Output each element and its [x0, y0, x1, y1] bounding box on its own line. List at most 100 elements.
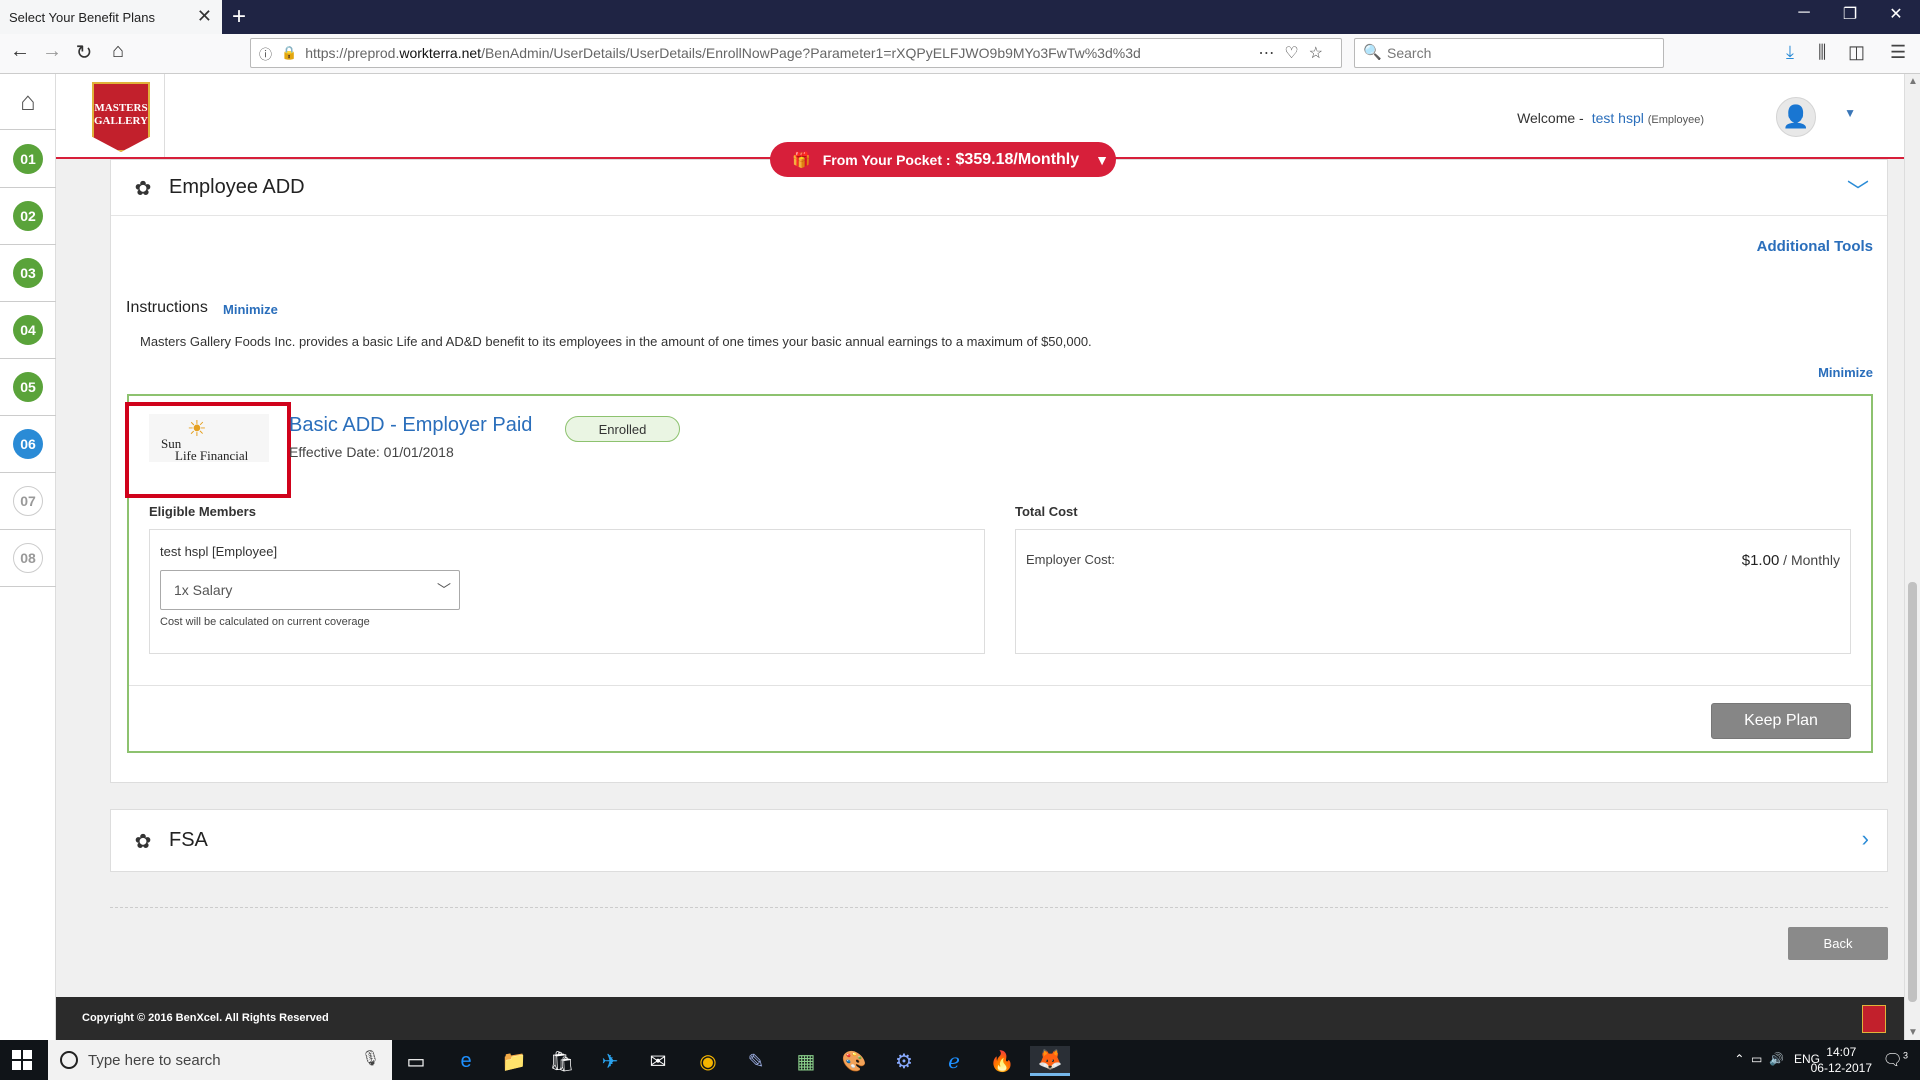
microphone-icon[interactable]: 🎙 — [361, 1049, 380, 1067]
step-06[interactable]: 06 — [0, 416, 56, 473]
tab-title: Select Your Benefit Plans — [9, 9, 155, 25]
menu-icon[interactable]: ☰ — [1890, 42, 1906, 63]
sidebar-icon[interactable]: ◫ — [1848, 42, 1865, 63]
gift-icon: 🎁 — [792, 151, 811, 169]
taskbar-search-input[interactable]: Type here to search 🎙 — [48, 1040, 392, 1080]
settings-app-icon[interactable]: ⚙ — [884, 1046, 924, 1076]
employee-add-section: ✿ Employee ADD ﹀ Additional Tools Instru… — [110, 159, 1888, 783]
clock[interactable]: 14:07 06-12-2017 — [1811, 1044, 1872, 1076]
browser-tab[interactable]: Select Your Benefit Plans ✕ — [0, 0, 222, 34]
step-02[interactable]: 02 — [0, 188, 56, 245]
total-cost-box: Employer Cost: $1.00 / Monthly — [1015, 529, 1851, 654]
minimize-window-icon[interactable]: ─ — [1784, 4, 1824, 22]
step-rail: ⌂ 01 02 03 04 05 06 07 08 — [0, 74, 56, 1080]
scrollbar-thumb[interactable] — [1908, 582, 1917, 1002]
notepad-icon[interactable]: ✎ — [736, 1046, 776, 1076]
user-avatar-icon[interactable]: 👤 — [1776, 97, 1816, 137]
instructions-minimize-link[interactable]: Minimize — [223, 302, 278, 317]
cortana-icon — [60, 1051, 78, 1069]
from-your-pocket-button[interactable]: 🎁 From Your Pocket : $359.18/Monthly ▼ — [770, 142, 1116, 177]
plan-card: ☀ Sun Life Financial Basic ADD - Employe… — [125, 394, 1873, 753]
fsa-header[interactable]: ✿ FSA › — [111, 810, 1887, 871]
instructions-title: Instructions — [126, 299, 208, 316]
coverage-select[interactable]: 1x Salary ﹀ — [160, 570, 460, 610]
firefox-icon[interactable]: 🦊 — [1030, 1046, 1070, 1076]
url-path: /BenAdmin/UserDetails/UserDetails/Enroll… — [481, 45, 1141, 61]
home-icon[interactable]: ⌂ — [104, 40, 132, 63]
mail-icon[interactable]: ✉ — [638, 1046, 678, 1076]
windows-start-icon[interactable] — [12, 1050, 32, 1070]
masters-gallery-logo[interactable]: MASTERS GALLERY — [92, 82, 150, 152]
employer-cost-label: Employer Cost: — [1026, 552, 1115, 567]
scroll-down-icon[interactable]: ▼ — [1908, 1027, 1918, 1038]
keep-plan-button[interactable]: Keep Plan — [1711, 703, 1851, 739]
paint-icon[interactable]: 🎨 — [834, 1046, 874, 1076]
section-title: Employee ADD — [169, 176, 305, 198]
calculator-icon[interactable]: ▦ — [786, 1046, 826, 1076]
step-08[interactable]: 08 — [0, 530, 56, 587]
clock-date: 06-12-2017 — [1810, 1061, 1872, 1075]
close-window-icon[interactable]: ✕ — [1876, 4, 1916, 24]
step-07[interactable]: 07 — [0, 473, 56, 530]
scroll-up-icon[interactable]: ▲ — [1908, 76, 1918, 87]
user-menu-caret-icon[interactable]: ▼ — [1844, 106, 1856, 120]
plans-minimize-link[interactable]: Minimize — [1818, 365, 1873, 380]
system-tray[interactable]: ⌃ ▭ 🔊 ENG — [1734, 1052, 1820, 1066]
plan-name[interactable]: Basic ADD - Employer Paid — [289, 414, 532, 437]
url-bar[interactable]: ⓘ 🔒 https://preprod.workterra.net/BenAdm… — [250, 38, 1342, 68]
additional-tools-link[interactable]: Additional Tools — [1757, 238, 1873, 255]
eligible-members-label: Eligible Members — [149, 504, 256, 519]
forward-arrow-icon[interactable]: → — [38, 40, 66, 63]
page-actions-icons[interactable]: ⋯♡☆ — [1258, 43, 1333, 63]
clock-time: 14:07 — [1826, 1045, 1857, 1059]
highlight-box — [125, 402, 291, 498]
chevron-down-icon[interactable]: ﹀ — [1847, 174, 1869, 206]
restore-window-icon[interactable]: ❐ — [1830, 4, 1870, 24]
internet-explorer-icon[interactable]: ℯ — [934, 1046, 974, 1076]
download-icon[interactable]: ⤓ — [1786, 42, 1794, 63]
notification-center-icon[interactable]: 🗨3 — [1883, 1050, 1908, 1070]
new-tab-icon[interactable]: + — [232, 3, 246, 31]
tab-close-icon[interactable]: ✕ — [197, 6, 212, 27]
store-icon[interactable]: 🛍 — [542, 1046, 582, 1076]
welcome-text: Welcome - test hspl (Employee) — [1517, 110, 1704, 126]
step-dot: 07 — [13, 486, 43, 516]
pocket-caret-icon: ▼ — [1095, 151, 1109, 168]
url-text: https://preprod.workterra.net/BenAdmin/U… — [305, 45, 1141, 61]
step-dot: 02 — [13, 201, 43, 231]
browser-search-input[interactable]: 🔍 Search — [1354, 38, 1664, 68]
task-view-icon[interactable]: ▭ — [396, 1046, 436, 1076]
rail-home-icon[interactable]: ⌂ — [0, 74, 56, 130]
app-icon[interactable]: ✈ — [590, 1046, 630, 1076]
url-prefix: https://preprod. — [305, 45, 400, 61]
firefox-dev-icon[interactable]: 🔥 — [982, 1046, 1022, 1076]
reload-icon[interactable]: ↻ — [70, 40, 98, 65]
file-explorer-icon[interactable]: 📁 — [494, 1046, 534, 1076]
edge-icon[interactable]: e — [446, 1046, 486, 1076]
employer-cost-period: / Monthly — [1779, 552, 1840, 568]
library-icon[interactable]: ⫼ — [1818, 42, 1826, 63]
vertical-scrollbar[interactable]: ▲ ▼ — [1904, 74, 1920, 1040]
back-arrow-icon[interactable]: ← — [6, 40, 34, 63]
page-footer: Copyright © 2016 BenXcel. All Rights Res… — [56, 997, 1904, 1040]
benefit-care-icon: ✿ — [134, 830, 152, 853]
dashed-divider — [110, 907, 1888, 908]
pocket-label: From Your Pocket : — [822, 151, 951, 168]
header-divider — [164, 74, 165, 157]
step-04[interactable]: 04 — [0, 302, 56, 359]
step-05[interactable]: 05 — [0, 359, 56, 416]
chevron-down-icon: ﹀ — [437, 582, 451, 598]
step-dot-current: 06 — [13, 429, 43, 459]
site-info-icon[interactable]: ⓘ — [259, 44, 272, 63]
user-name[interactable]: test hspl — [1592, 110, 1644, 126]
browser-tab-bar: Select Your Benefit Plans ✕ + ─ ❐ ✕ — [0, 0, 1920, 34]
windows-taskbar: Type here to search 🎙 ▭ e 📁 🛍 ✈ ✉ ◉ ✎ ▦ … — [0, 1040, 1920, 1080]
taskbar-search-placeholder: Type here to search — [88, 1051, 221, 1069]
copyright-text: Copyright © 2016 BenXcel. All Rights Res… — [82, 1012, 329, 1024]
chevron-right-icon[interactable]: › — [1862, 826, 1869, 852]
back-button[interactable]: Back — [1788, 927, 1888, 960]
chrome-icon[interactable]: ◉ — [688, 1046, 728, 1076]
step-01[interactable]: 01 — [0, 131, 56, 188]
step-03[interactable]: 03 — [0, 245, 56, 302]
fsa-section: ✿ FSA › — [110, 809, 1888, 872]
